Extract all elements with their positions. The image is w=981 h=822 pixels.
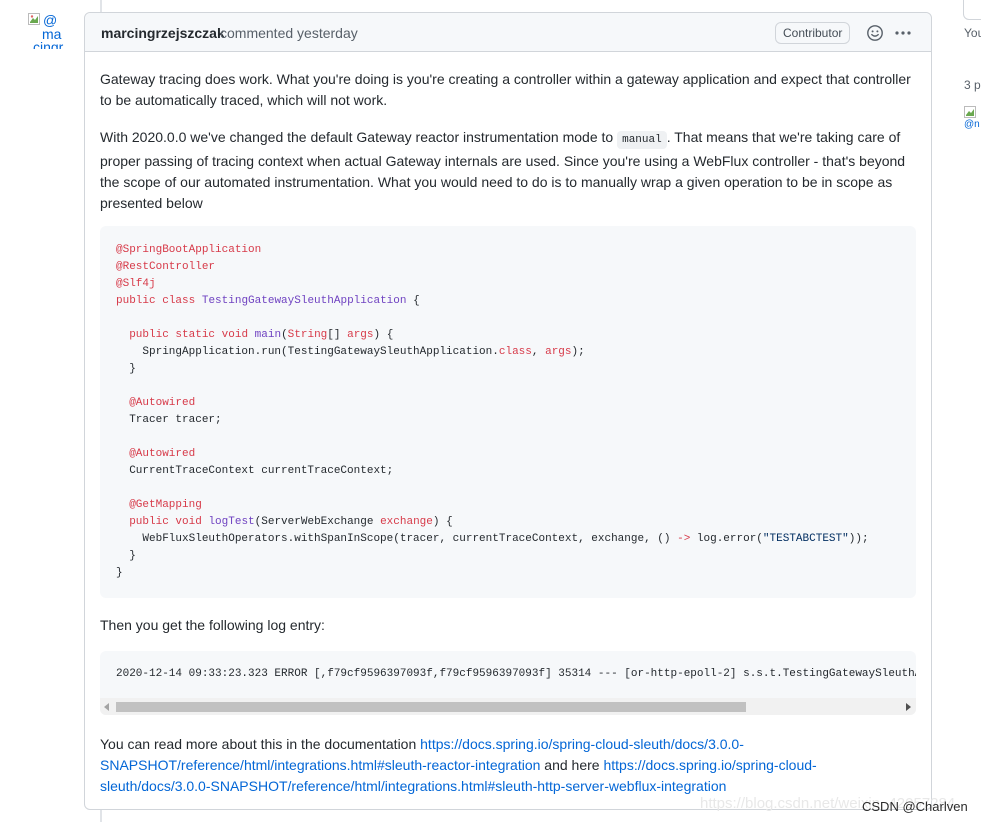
code-line: public class TestingGatewaySleuthApplica… bbox=[116, 295, 420, 307]
code-block: @SpringBootApplication @RestController @… bbox=[100, 226, 916, 598]
code-line: } bbox=[116, 567, 123, 579]
comment-paragraph: Gateway tracing does work. What you're d… bbox=[100, 71, 911, 108]
watermark-credit: CSDN @Charlven bbox=[862, 799, 968, 814]
code-line: @GetMapping bbox=[116, 499, 202, 511]
smiley-icon[interactable] bbox=[866, 24, 884, 42]
scroll-left-icon[interactable] bbox=[104, 703, 109, 711]
code-line: @RestController bbox=[116, 261, 216, 273]
comment-paragraph: You can read more about this in the docu… bbox=[100, 734, 920, 797]
paragraph-text: With 2020.0.0 we've changed the default … bbox=[100, 129, 618, 145]
broken-image-icon bbox=[28, 13, 40, 25]
avatar-alt-text: cingr bbox=[33, 39, 64, 49]
contributor-badge: Contributor bbox=[775, 22, 851, 44]
kebab-menu-icon[interactable] bbox=[894, 24, 912, 42]
comment-card: marcingrzejszczak commented yesterday Co… bbox=[84, 12, 932, 810]
paragraph-text: and here bbox=[540, 757, 604, 773]
code-line: SpringApplication.run(TestingGatewaySleu… bbox=[116, 346, 585, 358]
sidebar-text: You bbox=[964, 26, 981, 40]
scroll-right-icon[interactable] bbox=[906, 703, 911, 711]
horizontal-scrollbar[interactable] bbox=[100, 698, 916, 715]
comment-timestamp[interactable]: commented yesterday bbox=[220, 25, 358, 41]
comment-author-link[interactable]: marcingrzejszczak bbox=[101, 25, 225, 41]
participant-avatar[interactable]: @n bbox=[964, 106, 981, 130]
inline-code: manual bbox=[617, 131, 667, 149]
code-line: } bbox=[116, 363, 136, 375]
avatar-alt-text: @ bbox=[43, 13, 58, 28]
code-line: Tracer tracer; bbox=[116, 414, 222, 426]
code-line: CurrentTraceContext currentTraceContext; bbox=[116, 465, 394, 477]
comment-paragraph: With 2020.0.0 we've changed the default … bbox=[100, 127, 920, 214]
sidebar-participants-count: 3 p bbox=[964, 78, 981, 92]
log-line: 2020-12-14 09:33:23.323 ERROR [,f79cf959… bbox=[116, 668, 916, 680]
avatar[interactable]: @ ma cingr bbox=[28, 13, 64, 49]
paragraph-text: You can read more about this in the docu… bbox=[100, 736, 421, 752]
scrollbar-thumb[interactable] bbox=[116, 702, 746, 712]
comment-paragraph: Then you get the following log entry: bbox=[100, 617, 325, 633]
code-line: public static void main(String[] args) { bbox=[129, 329, 394, 341]
comment-header: marcingrzejszczak commented yesterday Co… bbox=[85, 13, 931, 52]
log-code-block: 2020-12-14 09:33:23.323 ERROR [,f79cf959… bbox=[100, 651, 916, 715]
code-line: } bbox=[116, 550, 136, 562]
broken-image-icon bbox=[964, 106, 976, 118]
sidebar-button[interactable] bbox=[963, 0, 981, 20]
code-line: WebFluxSleuthOperators.withSpanInScope(t… bbox=[116, 533, 869, 545]
code-line: @Autowired bbox=[116, 448, 196, 460]
code-line: public void logTest(ServerWebExchange ex… bbox=[129, 516, 453, 528]
code-line: @Slf4j bbox=[116, 278, 156, 290]
code-line: @SpringBootApplication bbox=[116, 244, 262, 256]
code-line: @Autowired bbox=[116, 397, 196, 409]
